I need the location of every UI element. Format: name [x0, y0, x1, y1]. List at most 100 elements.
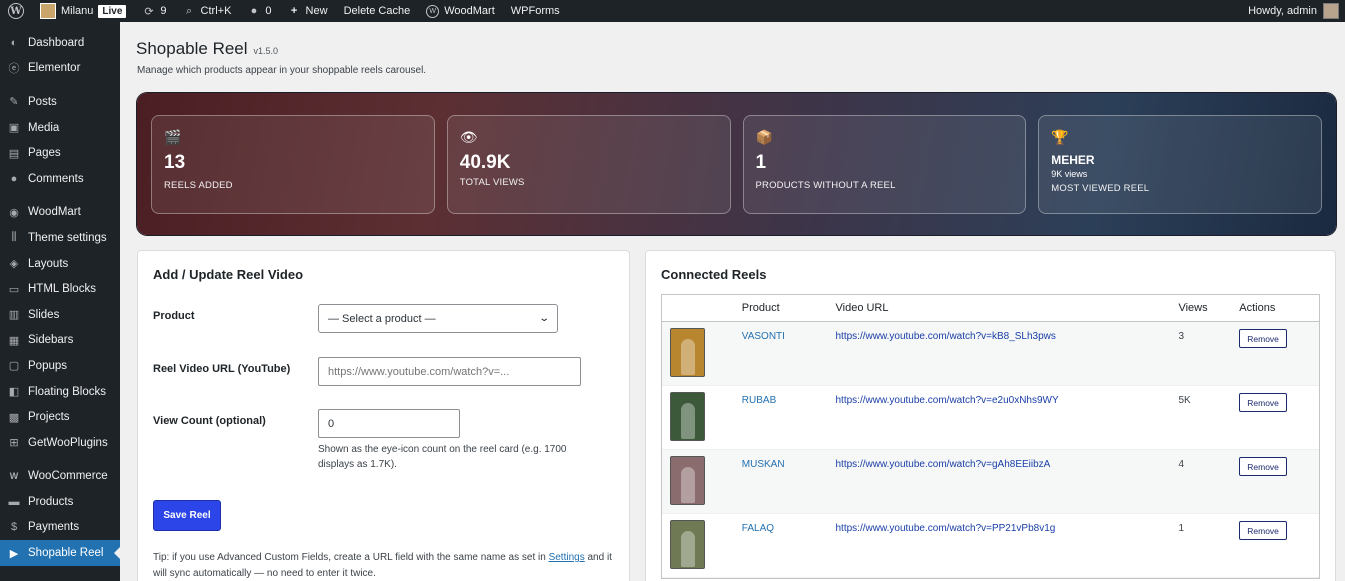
account-menu[interactable]: Howdy, admin	[1248, 3, 1345, 19]
woodmart-menu[interactable]: W WoodMart	[418, 0, 503, 22]
sidebar-item-label: Elementor	[28, 62, 81, 75]
product-link[interactable]: RUBAB	[742, 395, 776, 406]
woodmart-icon: W	[426, 4, 440, 18]
sidebar-item-woodmart[interactable]: ◉ WoodMart	[0, 200, 120, 226]
remove-button[interactable]: Remove	[1239, 393, 1287, 412]
sidebar-item-pages[interactable]: ▤ Pages	[0, 140, 120, 166]
column-url: Video URL	[835, 302, 889, 314]
video-url-link[interactable]: https://www.youtube.com/watch?v=e2u0xNhs…	[836, 395, 1059, 406]
url-input[interactable]	[318, 357, 581, 386]
sidebar-item-popups[interactable]: ▢ Popups	[0, 353, 120, 379]
url-label: Reel Video URL (YouTube)	[153, 363, 291, 375]
page-title: Shopable Reel	[136, 39, 248, 58]
reels-title: Connected Reels	[661, 267, 767, 282]
wordpress-icon: W	[8, 3, 24, 19]
box-icon: 📦	[755, 129, 773, 145]
form-title: Add / Update Reel Video	[153, 267, 304, 282]
reel-thumbnail	[670, 328, 705, 377]
sidebar-item-getwooplugins[interactable]: ⊞ GetWooPlugins	[0, 430, 120, 456]
sidebar-item-label: GetWooPlugins	[28, 436, 108, 449]
save-reel-button[interactable]: Save Reel	[153, 500, 221, 531]
floating-icon: ◧	[8, 386, 20, 399]
remove-button[interactable]: Remove	[1239, 457, 1287, 476]
sidebar-item-shopable-reel[interactable]: ▶ Shopable Reel	[0, 540, 121, 566]
product-link[interactable]: FALAQ	[742, 523, 774, 534]
shortcut-label: Ctrl+K	[200, 5, 232, 17]
new-content-menu[interactable]: + New	[280, 0, 336, 22]
sidebar-item-label: WooCommerce	[28, 470, 108, 483]
trophy-icon: 🏆	[1051, 129, 1069, 145]
woodmart-icon: ◉	[9, 206, 19, 219]
sidebar-item-payments[interactable]: $ Payments	[0, 515, 120, 541]
stat-card-views: 👁 40.9K TOTAL VIEWS	[446, 115, 731, 214]
sidebar-item-comments[interactable]: ● Comments	[0, 166, 120, 192]
column-product: Product	[741, 302, 780, 314]
sidebar-item-posts[interactable]: ✎ Posts	[0, 89, 120, 115]
product-select-value: — Select a product —	[328, 312, 436, 325]
reel-thumbnail	[670, 456, 705, 505]
views-row: View Count (optional)	[153, 409, 460, 438]
clapper-icon: 🎬	[164, 129, 182, 145]
column-views: Views	[1178, 302, 1208, 314]
command-palette[interactable]: ⌕ Ctrl+K	[175, 0, 240, 22]
wp-logo-menu[interactable]: W	[0, 0, 32, 22]
sidebar-item-label: Projects	[28, 411, 70, 424]
sidebar-item-media[interactable]: ▣ Media	[0, 115, 120, 141]
product-select[interactable]: — Select a product — ⌄	[318, 304, 558, 333]
video-url-link[interactable]: https://www.youtube.com/watch?v=gAh8EEii…	[836, 459, 1051, 470]
sidebar-item-floating-blocks[interactable]: ◧ Floating Blocks	[0, 379, 120, 405]
sidebar-item-elementor[interactable]: ⓔ Elementor	[0, 56, 120, 82]
remove-button[interactable]: Remove	[1239, 329, 1287, 348]
reels-table: Product Video URL Views Actions VASONTI …	[661, 294, 1320, 579]
video-url-link[interactable]: https://www.youtube.com/watch?v=PP21vPb8…	[836, 523, 1056, 534]
column-actions: Actions	[1239, 302, 1276, 314]
products-icon: ▬	[8, 495, 20, 508]
video-url-link[interactable]: https://www.youtube.com/watch?v=kB8_SLh3…	[836, 331, 1056, 342]
sidebar-item-label: Layouts	[28, 257, 69, 270]
views-input[interactable]	[318, 409, 460, 438]
chevron-down-icon: ⌄	[537, 313, 550, 324]
product-label: Product	[153, 310, 195, 322]
product-link[interactable]: MUSKAN	[742, 459, 785, 470]
comments-count: 0	[265, 5, 272, 17]
updates-menu[interactable]: ⟳ 9	[134, 0, 174, 22]
updates-count: 9	[160, 5, 167, 17]
stat-label: TOTAL VIEWS	[459, 177, 525, 188]
sidebar-item-products[interactable]: ▬ Products	[0, 489, 120, 515]
reel-thumbnail	[670, 392, 705, 441]
sidebar-item-label: Theme settings	[28, 231, 107, 244]
sidebar-item-label: WoodMart	[28, 206, 81, 219]
sidebar-item-label: Comments	[28, 172, 84, 185]
stat-label: REELS ADDED	[164, 180, 233, 191]
sidebar-item-slides[interactable]: ▥ Slides	[0, 302, 120, 328]
sidebar-item-theme-settings[interactable]: ⫼ Theme settings	[0, 225, 120, 251]
sidebar-item-label: Sidebars	[28, 334, 74, 347]
sidebar-item-html-blocks[interactable]: ▭ HTML Blocks	[0, 276, 120, 302]
sidebar-item-sidebars[interactable]: ▦ Sidebars	[0, 328, 120, 354]
eye-icon: 👁	[459, 129, 478, 145]
comments-menu[interactable]: ● 0	[239, 0, 279, 22]
sidebar-item-label: Payments	[28, 521, 80, 534]
sidebar-icon: ▦	[8, 334, 20, 347]
tip-text: Tip: if you use Advanced Custom Fields, …	[153, 550, 618, 581]
sidebar-item-layouts[interactable]: ◈ Layouts	[0, 251, 120, 277]
site-name-menu[interactable]: Milanu Live	[32, 0, 134, 22]
sidebar-item-projects[interactable]: ▩ Projects	[0, 404, 120, 430]
sidebar-item-dashboard[interactable]: ◐ Dashboard	[0, 30, 120, 56]
comment-bubble-icon: ●	[250, 5, 258, 17]
delete-cache-link[interactable]: Delete Cache	[336, 0, 419, 22]
stat-value: 13	[164, 152, 186, 173]
settings-link[interactable]: Settings	[549, 552, 585, 563]
wpforms-menu[interactable]: WPForms	[503, 0, 568, 22]
remove-button[interactable]: Remove	[1239, 521, 1287, 540]
reel-thumbnail	[670, 520, 705, 569]
stat-value: MEHER	[1051, 153, 1095, 167]
product-link[interactable]: VASONTI	[742, 331, 785, 342]
views-value: 5K	[1178, 395, 1191, 406]
views-value: 4	[1178, 459, 1184, 470]
stat-value: 1	[755, 152, 767, 173]
updates-icon: ⟳	[144, 5, 154, 18]
table-header: Product Video URL Views Actions	[662, 295, 1319, 322]
sidebar-item-woocommerce[interactable]: W WooCommerce	[0, 464, 120, 490]
page-header: Shopable Reel v1.5.0	[136, 39, 278, 59]
